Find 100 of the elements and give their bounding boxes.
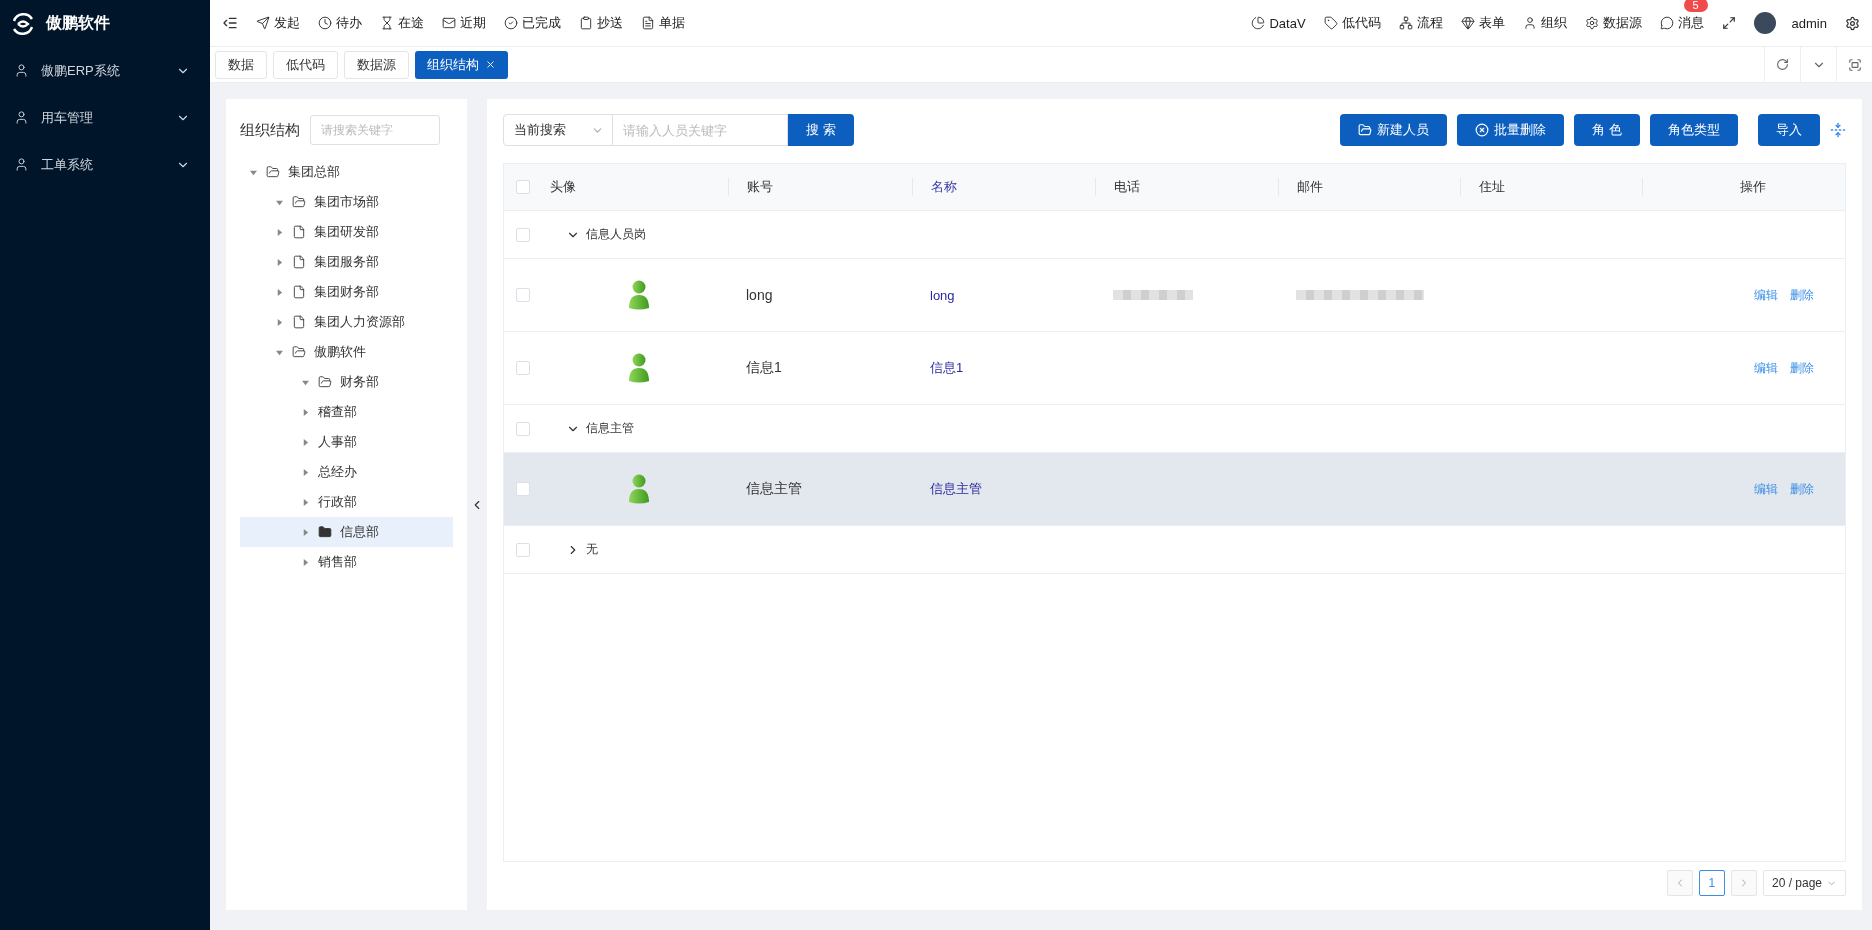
nav-link[interactable]: 在途 — [380, 14, 424, 32]
action-button[interactable]: 角 色 — [1574, 114, 1640, 146]
table-cell-text: long — [745, 287, 774, 303]
nav-link[interactable]: 表单 — [1460, 14, 1505, 32]
table-cell-text: 信息主管 — [929, 480, 983, 498]
nav-link[interactable]: 已完成 — [504, 14, 561, 32]
tag-icon — [1323, 16, 1338, 30]
action-button[interactable]: 导入 — [1758, 114, 1820, 146]
search-button[interactable]: 搜 索 — [788, 114, 854, 146]
table-cell-text: 信息1 — [929, 359, 965, 377]
file-icon — [292, 285, 306, 299]
checkbox[interactable] — [516, 180, 530, 194]
nav-link[interactable]: 近期 — [442, 14, 486, 32]
tree-item[interactable]: 集团市场部 — [240, 187, 453, 217]
group-label: 信息人员岗 — [586, 226, 646, 243]
nav-link[interactable]: DataV — [1251, 15, 1306, 31]
tree-item[interactable]: 信息部 — [240, 517, 453, 547]
folder-icon — [318, 375, 332, 389]
action-button[interactable]: 角色类型 — [1650, 114, 1738, 146]
nav-link[interactable]: 低代码 — [1323, 14, 1381, 32]
action-button[interactable]: 新建人员 — [1340, 114, 1448, 146]
expand-icon[interactable] — [1847, 57, 1862, 72]
tab[interactable]: 数据 — [215, 50, 267, 79]
folder-icon — [318, 525, 332, 539]
close-icon[interactable] — [485, 59, 496, 70]
file-icon — [292, 315, 306, 329]
row-height-icon[interactable] — [1830, 122, 1846, 138]
column-header: 操作 — [1642, 178, 1845, 196]
tab[interactable]: 组织结构 — [415, 50, 508, 79]
tree-item[interactable]: 销售部 — [240, 547, 453, 577]
table-row[interactable]: 信息主管 信息主管 编辑 删除 — [504, 453, 1845, 526]
edit-link[interactable]: 编辑 — [1753, 359, 1778, 377]
fullscreen-icon[interactable] — [1721, 16, 1736, 30]
column-header: 名称 — [912, 178, 1095, 196]
nav-link[interactable]: 数据源 — [1584, 14, 1642, 32]
sidebar-item[interactable]: 用车管理 — [0, 94, 210, 141]
gear-icon — [1584, 16, 1599, 30]
sidebar-item[interactable]: 工单系统 — [0, 141, 210, 188]
avatar-icon — [628, 474, 650, 504]
tab[interactable]: 数据源 — [344, 50, 409, 79]
checkbox[interactable] — [516, 421, 530, 436]
checkbox[interactable] — [516, 482, 530, 496]
folder-icon — [292, 345, 306, 359]
avatar-icon — [1753, 12, 1776, 34]
table-cell-text: 信息1 — [745, 359, 783, 377]
column-header: 邮件 — [1278, 178, 1460, 196]
nav-link[interactable]: 待办 — [318, 14, 362, 32]
column-header: 账号 — [728, 178, 912, 196]
tree-item[interactable]: 财务部 — [240, 367, 453, 397]
tree-item[interactable]: 稽查部 — [240, 397, 453, 427]
file-icon — [292, 225, 306, 239]
sidebar-item[interactable]: 傲鹏ERP系统 — [0, 47, 210, 94]
panel-title: 组织结构 — [240, 120, 300, 140]
nav-link[interactable]: 单据 — [641, 14, 685, 32]
tree-item[interactable]: 集团研发部 — [240, 217, 453, 247]
tree-item[interactable]: 集团人力资源部 — [240, 307, 453, 337]
tree-item[interactable]: 傲鹏软件 — [240, 337, 453, 367]
nav-link[interactable]: 流程 — [1398, 14, 1443, 32]
tree-item[interactable]: 集团财务部 — [240, 277, 453, 307]
group-label: 无 — [586, 541, 598, 558]
refresh-icon[interactable] — [1776, 58, 1789, 71]
edit-link[interactable]: 编辑 — [1753, 286, 1778, 304]
menu-icon[interactable] — [222, 15, 238, 31]
settings-icon[interactable] — [1845, 15, 1860, 31]
clock-icon — [318, 16, 332, 30]
table-cell-text: long — [929, 287, 956, 303]
delete-link[interactable]: 删除 — [1789, 286, 1814, 304]
user-menu[interactable]: admin — [1753, 12, 1827, 34]
search-field[interactable]: 请搜索关键字 — [310, 115, 440, 145]
scope-select[interactable]: 当前搜索 — [503, 114, 613, 146]
tree-item[interactable]: 人事部 — [240, 427, 453, 457]
tree-item[interactable]: 行政部 — [240, 487, 453, 517]
action-button[interactable]: 批量删除 — [1457, 114, 1565, 146]
message-badge: 5 — [1683, 0, 1708, 12]
document-icon — [641, 16, 655, 30]
checkbox[interactable] — [516, 542, 530, 557]
nav-link[interactable]: 组织 — [1522, 14, 1567, 32]
checkbox[interactable] — [516, 361, 530, 375]
user-icon — [1522, 16, 1537, 30]
brand-name: 傲鹏软件 — [46, 13, 110, 33]
delete-link[interactable]: 删除 — [1789, 359, 1814, 377]
user-icon — [14, 63, 29, 78]
avatar-icon — [628, 353, 650, 383]
table-cell-text: 信息主管 — [745, 480, 803, 498]
tree-item[interactable]: 集团服务部 — [240, 247, 453, 277]
tree-item[interactable]: 集团总部 — [240, 157, 453, 187]
user-icon — [14, 157, 29, 172]
nav-link[interactable]: 抄送 — [579, 14, 623, 32]
page-size-select[interactable]: 20 / page — [1762, 870, 1846, 896]
mail-icon — [442, 16, 456, 30]
checkbox[interactable] — [516, 227, 530, 242]
tab[interactable]: 低代码 — [273, 50, 338, 79]
column-header: 头像 — [550, 178, 577, 196]
nav-link[interactable]: 发起 — [256, 14, 300, 32]
clipboard-icon — [579, 16, 593, 30]
user-icon — [14, 110, 29, 125]
chat-icon — [1659, 16, 1674, 30]
search-field[interactable]: 请输入人员关键字 — [613, 114, 788, 146]
checkbox[interactable] — [516, 288, 530, 302]
tree-item[interactable]: 总经办 — [240, 457, 453, 487]
